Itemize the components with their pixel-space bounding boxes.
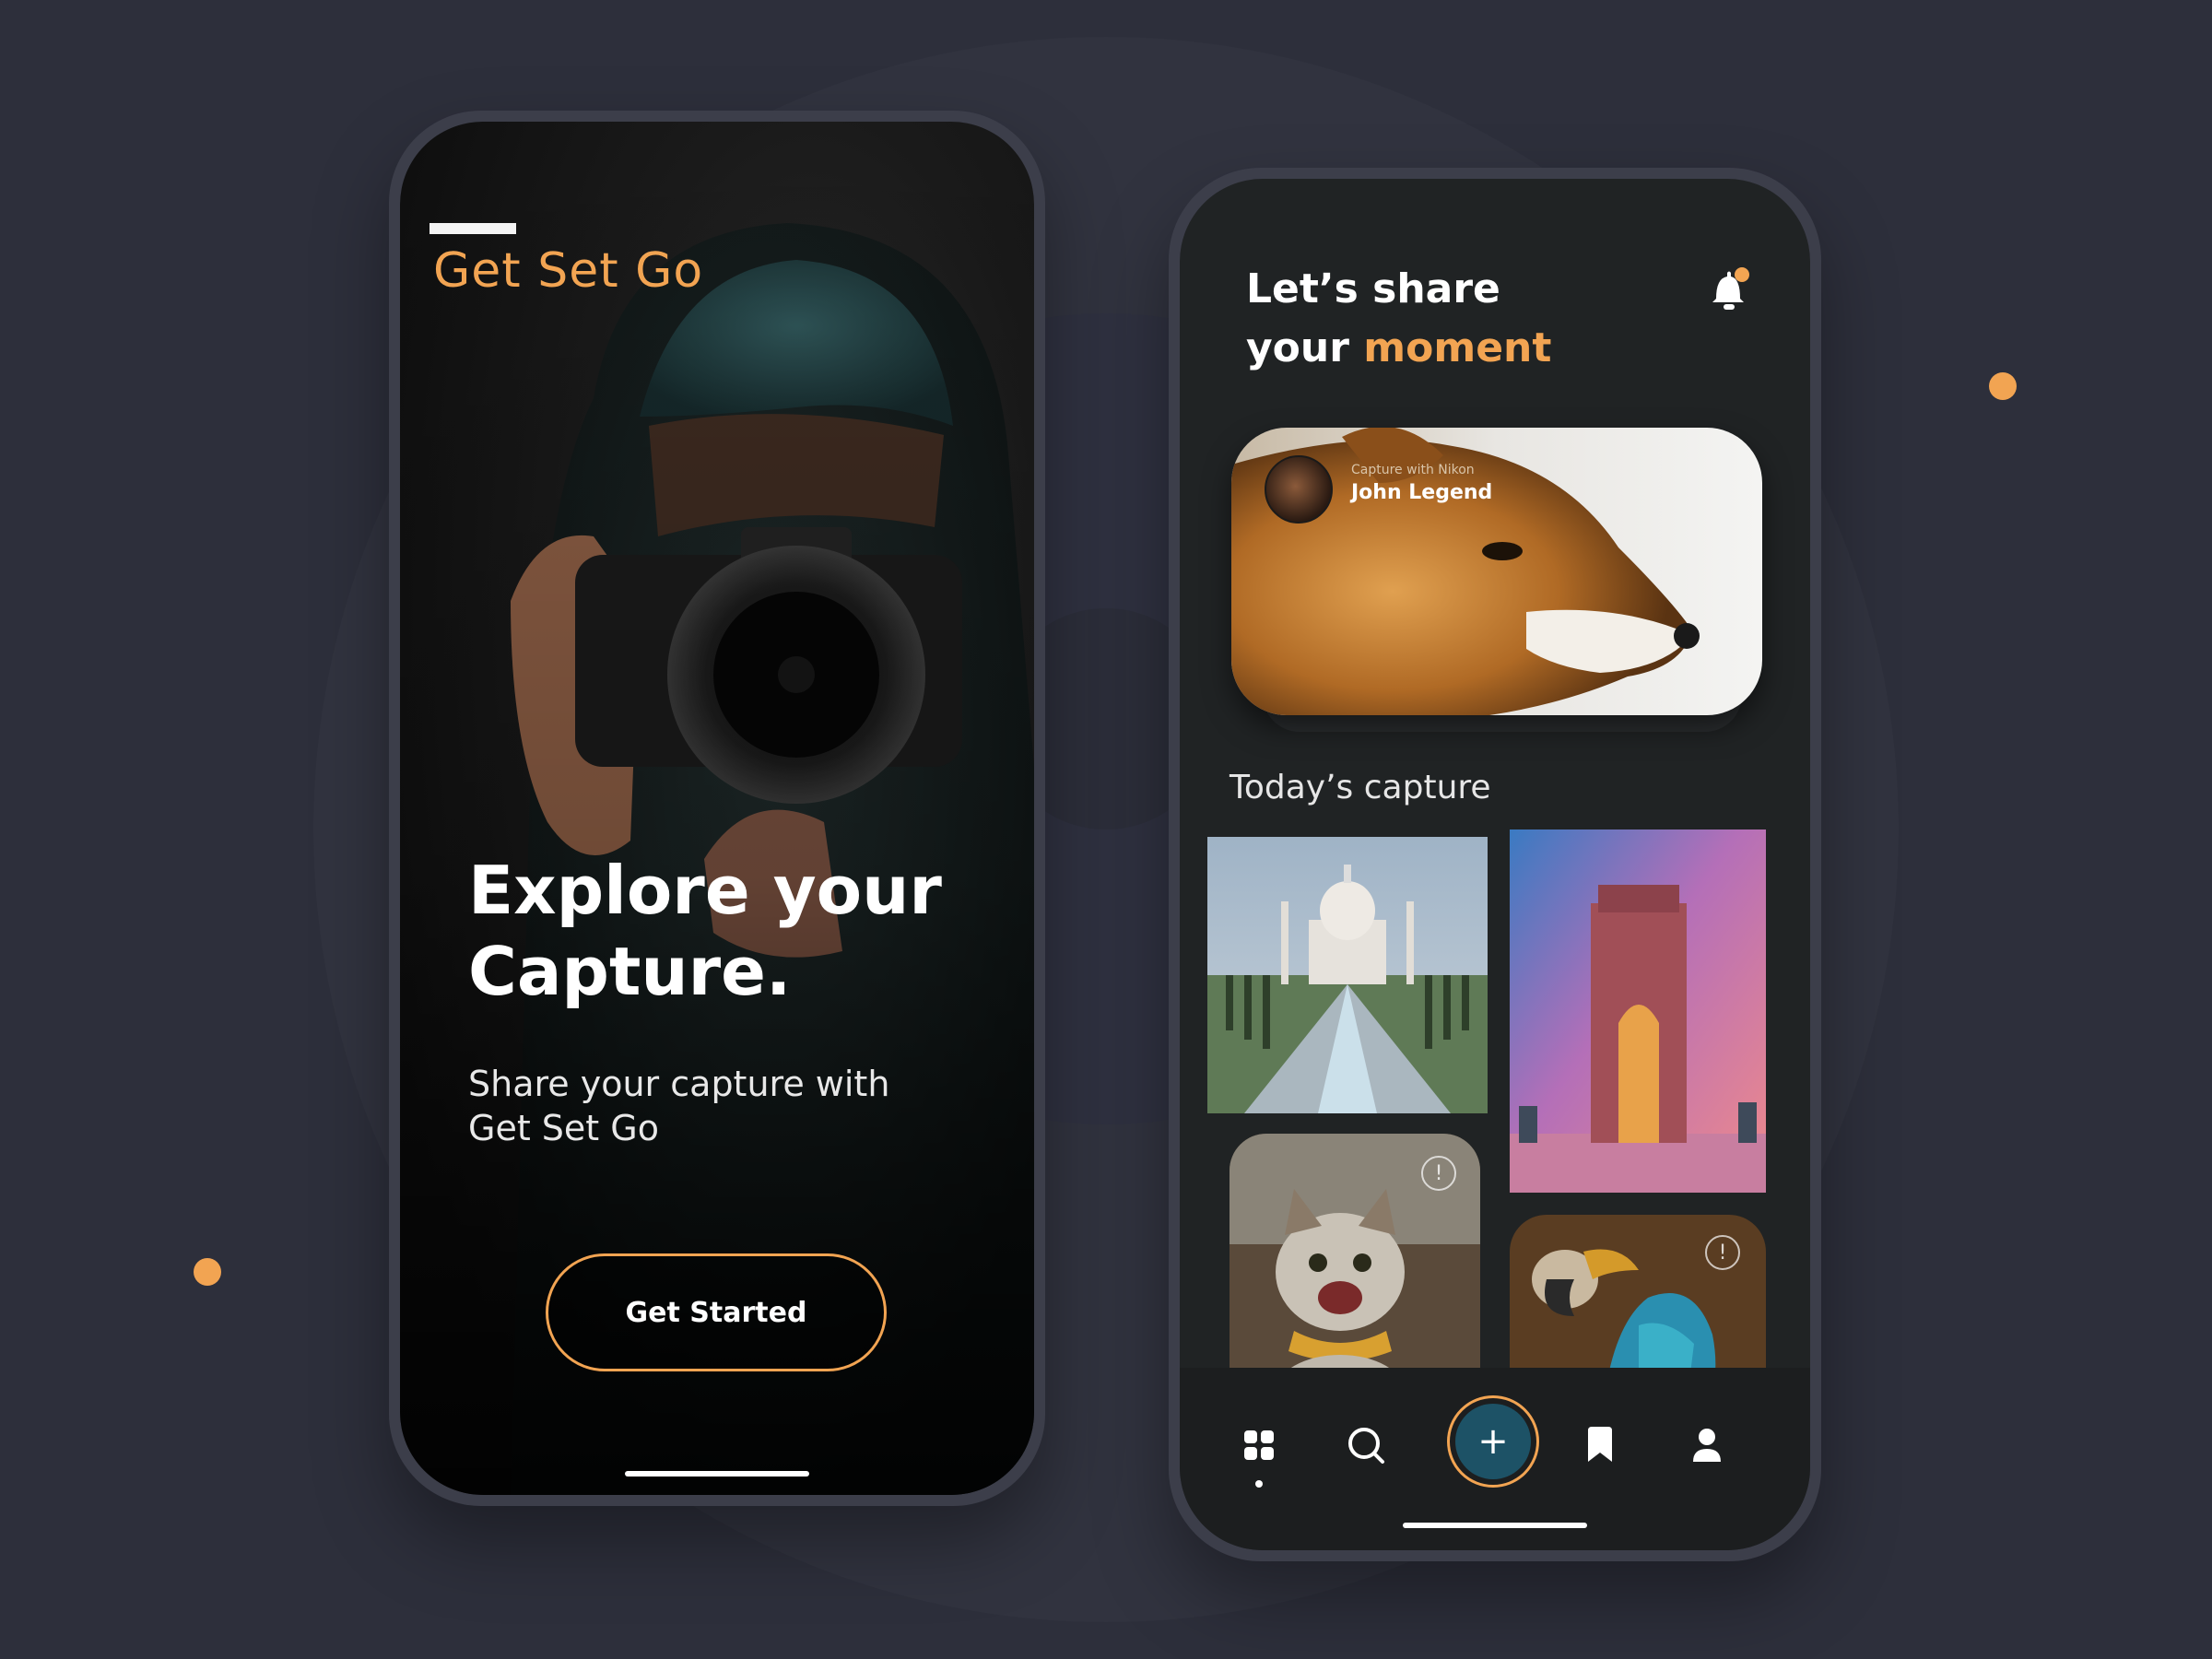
- section-title: Today’s capture: [1230, 769, 1491, 806]
- decorative-dot: [1989, 372, 2017, 400]
- add-capture-button[interactable]: +: [1447, 1395, 1539, 1488]
- search-icon-graphic: [1348, 1428, 1384, 1464]
- hero-subtitle-line: Get Set Go: [468, 1108, 659, 1148]
- decorative-dot: [194, 1258, 221, 1286]
- profile-icon-graphic: [1693, 1429, 1721, 1462]
- add-icon: +: [1455, 1404, 1531, 1479]
- onboarding-phone: Get Set Go Explore your Capture. Share y…: [389, 111, 1045, 1506]
- greeting-line: Let’s share: [1246, 265, 1500, 312]
- home-indicator: [1403, 1523, 1587, 1528]
- greeting-accent: moment: [1363, 324, 1552, 371]
- india-gate-photo[interactable]: [1510, 830, 1766, 1193]
- brand-title: Get Set Go: [433, 243, 704, 299]
- home-screen: Let’s share your moment Capture with Nik…: [1180, 179, 1810, 1550]
- grid-icon[interactable]: [1233, 1419, 1285, 1471]
- hero-subtitle-line: Share your capture with: [468, 1064, 890, 1104]
- featured-author[interactable]: John Legend: [1351, 481, 1492, 504]
- get-started-button[interactable]: Get Started: [546, 1253, 887, 1371]
- search-icon[interactable]: [1340, 1419, 1392, 1471]
- avatar[interactable]: [1265, 455, 1333, 524]
- greeting-prefix: your: [1246, 324, 1349, 371]
- info-icon[interactable]: !: [1421, 1156, 1456, 1191]
- home-phone: Let’s share your moment Capture with Nik…: [1169, 168, 1821, 1561]
- active-tab-indicator: [1255, 1480, 1263, 1488]
- hero-subtitle: Share your capture with Get Set Go: [468, 1062, 984, 1150]
- info-icon[interactable]: !: [1705, 1235, 1740, 1270]
- hero-title: Explore your Capture.: [468, 852, 942, 1010]
- greeting-title: Let’s share your moment: [1246, 260, 1551, 378]
- onboarding-screen: Get Set Go Explore your Capture. Share y…: [400, 122, 1034, 1495]
- brand-bar: [429, 223, 516, 234]
- featured-caption: Capture with Nikon: [1351, 463, 1475, 477]
- featured-capture-card[interactable]: Capture with Nikon John Legend: [1231, 428, 1762, 715]
- profile-icon[interactable]: [1681, 1419, 1733, 1471]
- bookmark-icon[interactable]: [1574, 1419, 1626, 1471]
- grid-icon-graphic: [1244, 1430, 1274, 1460]
- bottom-tab-bar: +: [1180, 1368, 1810, 1550]
- taj-mahal-image: [1207, 837, 1488, 1113]
- greeting-line: your moment: [1246, 319, 1551, 378]
- taj-mahal-photo[interactable]: [1207, 837, 1488, 1113]
- home-indicator: [625, 1471, 809, 1477]
- bookmark-icon-graphic: [1588, 1427, 1612, 1462]
- india-gate-image: [1510, 830, 1766, 1193]
- bell-icon[interactable]: [1707, 264, 1751, 315]
